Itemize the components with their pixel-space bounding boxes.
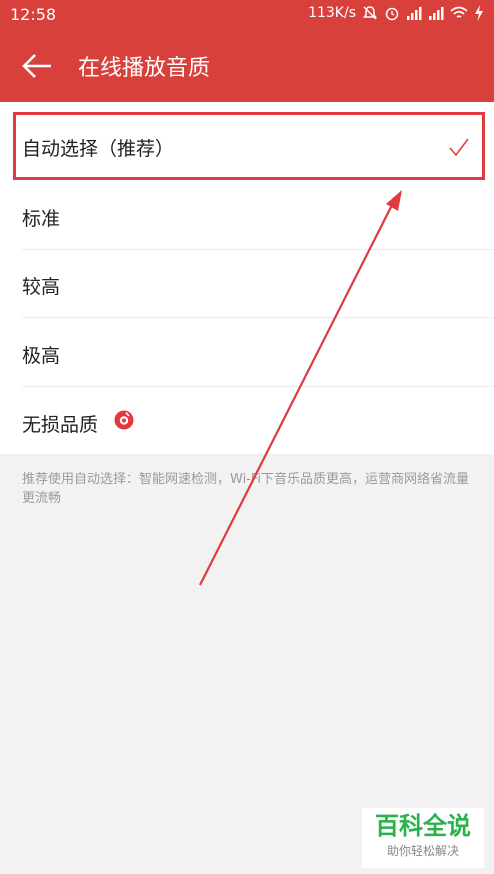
app-bar: 在线播放音质 xyxy=(0,30,494,102)
charging-icon xyxy=(475,5,483,21)
option-label: 极高 xyxy=(22,345,61,367)
watermark: 百科全说 助你轻松解决 xyxy=(362,808,484,868)
option-very-high[interactable]: 极高 xyxy=(0,319,494,387)
divider xyxy=(22,386,494,387)
option-label: 标准 xyxy=(22,208,61,230)
watermark-subtitle: 助你轻松解决 xyxy=(386,844,459,858)
wifi-icon xyxy=(450,6,468,18)
watermark-title: 百科全说 xyxy=(375,812,471,840)
page-title: 在线播放音质 xyxy=(78,56,211,81)
option-label: 较高 xyxy=(22,276,61,298)
status-bar: 12:58 113K/s xyxy=(0,0,494,30)
divider xyxy=(22,317,494,318)
option-label: 无损品质 xyxy=(22,414,99,436)
signal-icon xyxy=(407,7,422,20)
net-speed: 113K/s xyxy=(308,5,356,21)
annotation-highlight-box xyxy=(13,112,485,180)
signal-icon xyxy=(429,7,444,20)
back-arrow-icon[interactable] xyxy=(20,50,54,82)
option-high[interactable]: 较高 xyxy=(0,250,494,318)
option-lossless[interactable]: 无损品质 xyxy=(0,388,494,456)
alarm-icon xyxy=(385,7,399,21)
status-icons: 113K/s xyxy=(308,5,484,21)
option-standard[interactable]: 标准 xyxy=(0,182,494,250)
hint-text: 推荐使用自动选择：智能网速检测，Wi-Fi下音乐品质更高，运营商网络省流量更流畅 xyxy=(22,472,470,506)
mute-bell-icon xyxy=(363,6,377,20)
status-time: 12:58 xyxy=(10,5,57,24)
sq-badge-icon xyxy=(114,410,134,430)
